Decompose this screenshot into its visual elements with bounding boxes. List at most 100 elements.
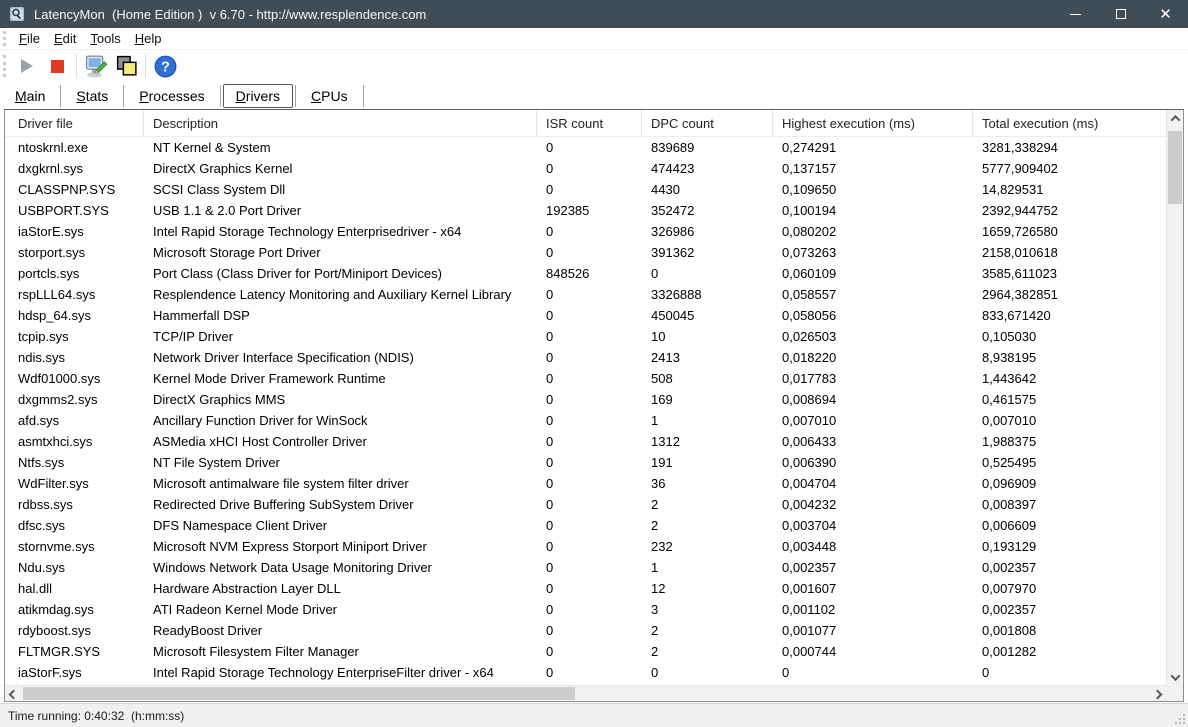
help-button[interactable]: ? [150,52,180,80]
table-cell: 0,004704 [773,476,973,491]
table-cell: 0,461575 [973,392,1166,407]
horizontal-scroll-thumb[interactable] [23,687,575,700]
table-cell: rspLLL64.sys [5,287,144,302]
table-row[interactable]: USBPORT.SYSUSB 1.1 & 2.0 Port Driver1923… [5,200,1166,221]
chevron-down-icon [1171,671,1181,681]
table-cell: 0,018220 [773,350,973,365]
table-cell: 0,000744 [773,644,973,659]
table-cell: 1 [642,560,773,575]
table-row[interactable]: iaStorF.sysIntel Rapid Storage Technolog… [5,662,1166,683]
close-button[interactable]: ✕ [1143,0,1188,28]
column-header-dpc-count[interactable]: DPC count [642,110,773,136]
table-cell: 0 [537,140,642,155]
menu-help[interactable]: Help [128,29,169,48]
table-row[interactable]: rdbss.sysRedirected Drive Buffering SubS… [5,494,1166,515]
table-cell: 0,004232 [773,497,973,512]
column-header-total-execution[interactable]: Total execution (ms) [973,110,1166,136]
table-body: ntoskrnl.exeNT Kernel & System08396890,2… [5,137,1166,685]
table-cell: 3585,611023 [973,266,1166,281]
minimize-button[interactable] [1053,0,1098,28]
scroll-up-button[interactable] [1167,110,1184,126]
table-cell: USB 1.1 & 2.0 Port Driver [144,203,537,218]
table-row[interactable]: Ndu.sysWindows Network Data Usage Monito… [5,557,1166,578]
table-row[interactable]: dfsc.sysDFS Namespace Client Driver020,0… [5,515,1166,536]
table-cell: 0 [537,581,642,596]
table-row[interactable]: hdsp_64.sysHammerfall DSP04500450,058056… [5,305,1166,326]
tab-drivers[interactable]: Drivers [223,84,293,108]
tab-processes[interactable]: Processes [126,84,217,108]
tab-main[interactable]: Main [2,84,58,108]
app-icon [9,6,25,22]
tab-cpus[interactable]: CPUs [298,84,361,108]
table-row[interactable]: WdFilter.sysMicrosoft antimalware file s… [5,473,1166,494]
table-row[interactable]: rspLLL64.sysResplendence Latency Monitor… [5,284,1166,305]
latencymon-window: LatencyMon (Home Edition ) v 6.70 - http… [0,0,1188,727]
table-row[interactable]: stornvme.sysMicrosoft NVM Express Storpo… [5,536,1166,557]
resize-grip-icon[interactable] [1173,712,1185,724]
table-cell: dxgkrnl.sys [5,161,144,176]
maximize-button[interactable] [1098,0,1143,28]
table-row[interactable]: portcls.sysPort Class (Class Driver for … [5,263,1166,284]
table-cell: asmtxhci.sys [5,434,144,449]
column-header-driver-file[interactable]: Driver file [5,110,144,136]
column-header-description[interactable]: Description [144,110,537,136]
table-cell: Microsoft antimalware file system filter… [144,476,537,491]
table-row[interactable]: ntoskrnl.exeNT Kernel & System08396890,2… [5,137,1166,158]
table-row[interactable]: atikmdag.sysATI Radeon Kernel Mode Drive… [5,599,1166,620]
table-row[interactable]: Wdf01000.sysKernel Mode Driver Framework… [5,368,1166,389]
table-cell: 5777,909402 [973,161,1166,176]
column-header-highest-execution[interactable]: Highest execution (ms) [773,110,973,136]
table-cell: 0,060109 [773,266,973,281]
table-row[interactable]: hal.dllHardware Abstraction Layer DLL012… [5,578,1166,599]
table-row[interactable]: CLASSPNP.SYSSCSI Class System Dll044300,… [5,179,1166,200]
table-cell: 0,003448 [773,539,973,554]
vertical-scroll-thumb[interactable] [1168,131,1182,204]
tab-stats[interactable]: Stats [63,84,121,108]
vertical-scrollbar[interactable] [1166,110,1183,685]
help-icon: ? [153,54,178,79]
table-cell: dfsc.sys [5,518,144,533]
menu-edit[interactable]: Edit [47,29,83,48]
table-cell: Kernel Mode Driver Framework Runtime [144,371,537,386]
table-row[interactable]: Ntfs.sysNT File System Driver01910,00639… [5,452,1166,473]
scroll-right-button[interactable] [1149,686,1166,702]
table-cell: Microsoft NVM Express Storport Miniport … [144,539,537,554]
table-cell: iaStorE.sys [5,224,144,239]
table-row[interactable]: storport.sysMicrosoft Storage Port Drive… [5,242,1166,263]
horizontal-scrollbar[interactable] [5,685,1166,701]
menubar-gripper[interactable] [3,31,6,46]
table-row[interactable]: iaStorE.sysIntel Rapid Storage Technolog… [5,221,1166,242]
table-cell: 0 [642,266,773,281]
options-button[interactable] [81,52,111,80]
table-cell: 0,080202 [773,224,973,239]
table-cell: 14,829531 [973,182,1166,197]
table-row[interactable]: rdyboost.sysReadyBoost Driver020,0010770… [5,620,1166,641]
table-row[interactable]: dxgmms2.sysDirectX Graphics MMS01690,008… [5,389,1166,410]
table-cell: SCSI Class System Dll [144,182,537,197]
table-cell: 848526 [537,266,642,281]
table-cell: 0 [537,329,642,344]
menu-tools[interactable]: Tools [83,29,127,48]
tab-separator [295,85,296,107]
table-cell: Microsoft Filesystem Filter Manager [144,644,537,659]
scroll-down-button[interactable] [1167,669,1184,685]
table-row[interactable]: tcpip.sysTCP/IP Driver0100,0265030,10503… [5,326,1166,347]
table-row[interactable]: FLTMGR.SYSMicrosoft Filesystem Filter Ma… [5,641,1166,662]
table-row[interactable]: dxgkrnl.sysDirectX Graphics Kernel047442… [5,158,1166,179]
stop-monitor-button[interactable] [42,52,72,80]
copy-report-button[interactable] [111,52,141,80]
table-cell: 0 [537,476,642,491]
scroll-left-button[interactable] [5,686,22,702]
table-row[interactable]: afd.sysAncillary Function Driver for Win… [5,410,1166,431]
table-cell: storport.sys [5,245,144,260]
table-cell: 839689 [642,140,773,155]
table-row[interactable]: asmtxhci.sysASMedia xHCI Host Controller… [5,431,1166,452]
menu-file[interactable]: File [12,29,47,48]
column-header-isr-count[interactable]: ISR count [537,110,642,136]
toolbar-gripper[interactable] [3,55,6,77]
table-cell: 2413 [642,350,773,365]
table-cell: 0,137157 [773,161,973,176]
table-cell: CLASSPNP.SYS [5,182,144,197]
start-monitor-button[interactable] [12,52,42,80]
table-row[interactable]: ndis.sysNetwork Driver Interface Specifi… [5,347,1166,368]
